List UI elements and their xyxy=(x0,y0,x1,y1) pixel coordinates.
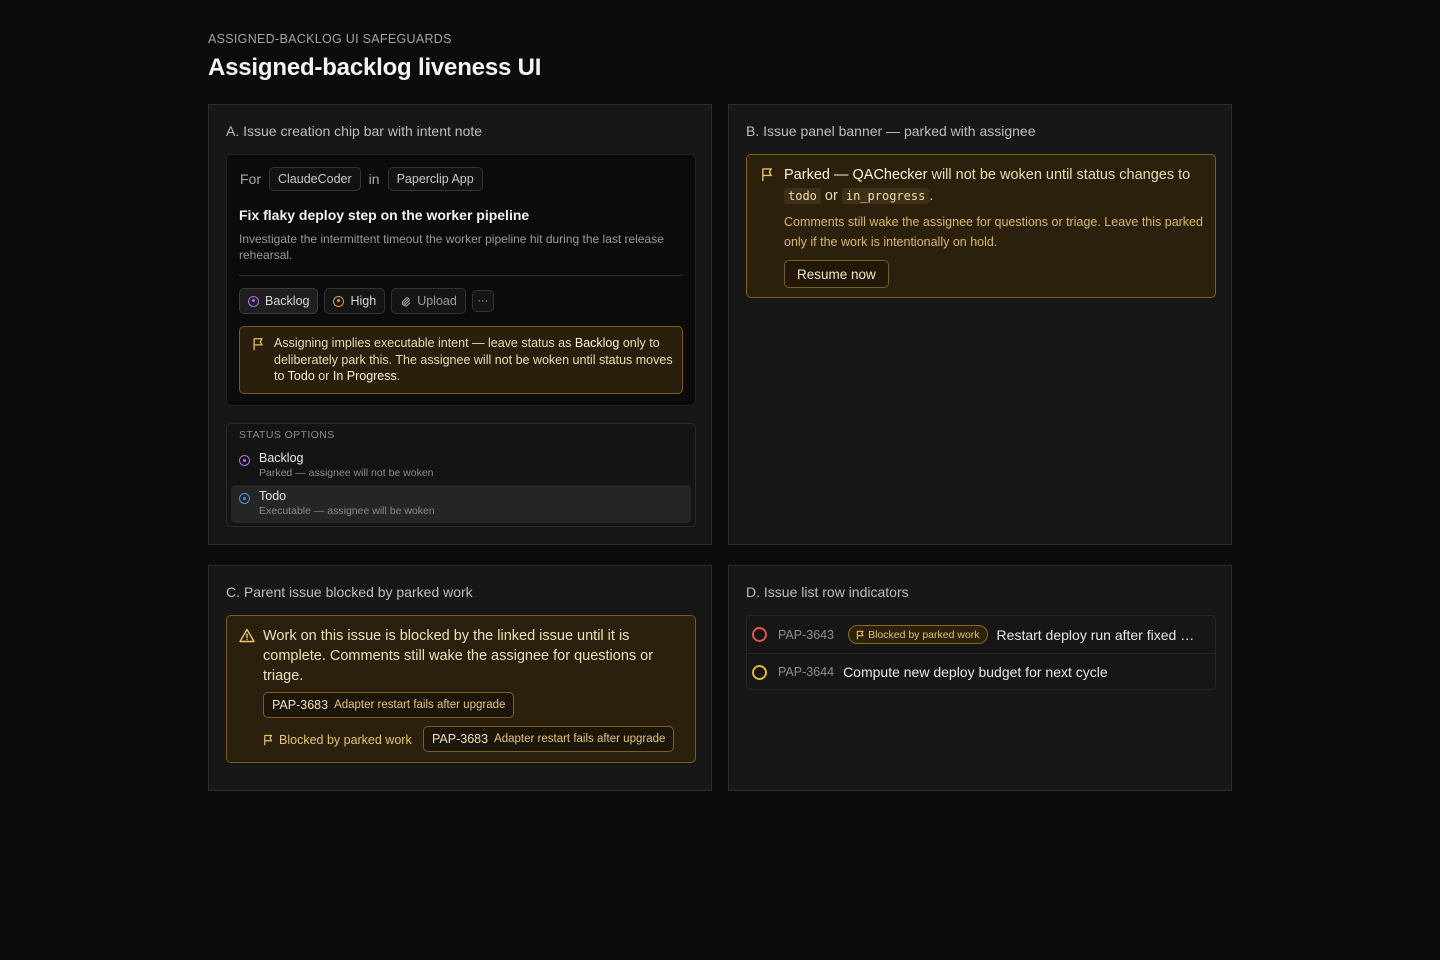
status-options-menu: STATUS OPTIONS Backlog Parked — assignee… xyxy=(226,423,696,527)
intent-note-text: Assigning implies executable intent — le… xyxy=(274,336,673,383)
panel-d-title: D. Issue list row indicators xyxy=(746,584,909,600)
flag-icon xyxy=(264,734,273,746)
backlog-status-icon xyxy=(239,455,250,466)
in-progress-emphasis: In Progress xyxy=(332,369,397,383)
issue-title: Restart deploy run after fixed build con… xyxy=(996,626,1199,643)
assignee-chip[interactable]: ClaudeCoder xyxy=(269,167,361,191)
paperclip-icon xyxy=(402,296,411,306)
status-chip-label: Backlog xyxy=(265,294,310,308)
flag-icon xyxy=(856,630,864,639)
project-chip[interactable]: Paperclip App xyxy=(387,167,483,191)
page-title: Assigned-backlog liveness UI xyxy=(208,54,542,81)
intent-note: Assigning implies executable intent — le… xyxy=(239,326,683,394)
parked-banner-message: Parked — QAChecker will not be woken unt… xyxy=(784,167,1191,204)
panel-a-title: A. Issue creation chip bar with intent n… xyxy=(226,123,483,139)
issue-id: PAP-3643 xyxy=(778,627,835,642)
panel-issue-banner: B. Issue panel banner — parked with assi… xyxy=(728,104,1232,545)
priority-icon xyxy=(333,295,345,307)
status-option-backlog[interactable]: Backlog Parked — assignee will not be wo… xyxy=(231,447,691,485)
resume-now-button[interactable]: Resume now xyxy=(784,260,889,288)
in-label: in xyxy=(368,171,380,187)
flag-icon xyxy=(253,338,263,351)
for-label: For xyxy=(240,171,261,187)
upload-chip-label: Upload xyxy=(417,294,457,308)
status-chip[interactable]: Backlog xyxy=(239,288,319,314)
status-option-todo[interactable]: Todo Executable — assignee will be woken xyxy=(231,485,691,523)
panel-parent-blocked: C. Parent issue blocked by parked work W… xyxy=(208,565,712,791)
divider xyxy=(239,275,683,276)
issue-list: PAP-3643 Blocked by parked work Restart … xyxy=(746,615,1216,690)
status-option-label: Backlog xyxy=(259,451,304,465)
panel-issue-list: D. Issue list row indicators PAP-3643 Bl… xyxy=(728,565,1232,791)
todo-status-icon xyxy=(239,493,250,504)
todo-emphasis: Todo xyxy=(287,369,315,383)
linked-issue-title: Adapter restart fails after upgrade xyxy=(334,699,506,711)
status-option-hint: Executable — assignee will be woken xyxy=(259,505,435,517)
assignee-name: QAChecker xyxy=(852,167,928,183)
status-circle-icon xyxy=(752,627,767,642)
issue-title: Compute new deploy budget for next cycle xyxy=(843,664,1108,680)
panel-issue-creation: A. Issue creation chip bar with intent n… xyxy=(208,104,712,545)
more-options-button[interactable]: ··· xyxy=(471,290,494,312)
blocked-by-parked-label: Blocked by parked work xyxy=(263,733,412,747)
panel-b-title: B. Issue panel banner — parked with assi… xyxy=(746,123,1036,139)
status-option-label: Todo xyxy=(259,489,287,503)
status-code-in-progress: in_progress xyxy=(841,188,930,204)
status-circle-icon xyxy=(752,664,767,680)
priority-chip[interactable]: High xyxy=(324,288,386,314)
issue-composer: For ClaudeCoder in Paperclip App Fix fla… xyxy=(226,154,696,406)
issue-id: PAP-3644 xyxy=(778,665,835,679)
backlog-emphasis: Backlog xyxy=(574,336,620,350)
blocked-notice: Work on this issue is blocked by the lin… xyxy=(226,615,696,763)
parked-banner: Parked — QAChecker will not be woken unt… xyxy=(746,154,1216,298)
panel-c-title: C. Parent issue blocked by parked work xyxy=(226,584,473,600)
status-code-todo: todo xyxy=(784,188,821,204)
status-options-heading: STATUS OPTIONS xyxy=(239,429,335,441)
warning-icon xyxy=(239,628,255,643)
issue-row[interactable]: PAP-3644 Compute new deploy budget for n… xyxy=(747,653,1215,690)
blocked-badge: Blocked by parked work xyxy=(848,625,988,644)
chip-bar: Backlog High Upload ··· xyxy=(239,288,494,314)
status-option-hint: Parked — assignee will not be woken xyxy=(259,467,434,479)
linked-issue-id: PAP-3683 xyxy=(272,698,329,712)
issue-title-input[interactable]: Fix flaky deploy step on the worker pipe… xyxy=(239,207,529,223)
priority-chip-label: High xyxy=(350,294,377,308)
blocked-message: Work on this issue is blocked by the lin… xyxy=(263,628,654,684)
linked-issue-chip[interactable]: PAP-3683 Adapter restart fails after upg… xyxy=(423,726,675,752)
linked-issue-id: PAP-3683 xyxy=(432,732,489,746)
issue-description-input[interactable]: Investigate the intermittent timeout the… xyxy=(239,231,679,263)
upload-chip[interactable]: Upload xyxy=(391,288,466,314)
backlog-status-icon xyxy=(248,295,259,307)
parked-banner-hint: Comments still wake the assignee for que… xyxy=(784,215,1203,249)
linked-issue-chip[interactable]: PAP-3683 Adapter restart fails after upg… xyxy=(263,692,515,718)
page-eyebrow: ASSIGNED-BACKLOG UI SAFEGUARDS xyxy=(208,32,452,46)
flag-icon xyxy=(762,168,772,181)
issue-row[interactable]: PAP-3643 Blocked by parked work Restart … xyxy=(747,616,1215,653)
assignee-row: For ClaudeCoder in Paperclip App xyxy=(240,167,483,191)
linked-issue-title: Adapter restart fails after upgrade xyxy=(494,733,666,745)
